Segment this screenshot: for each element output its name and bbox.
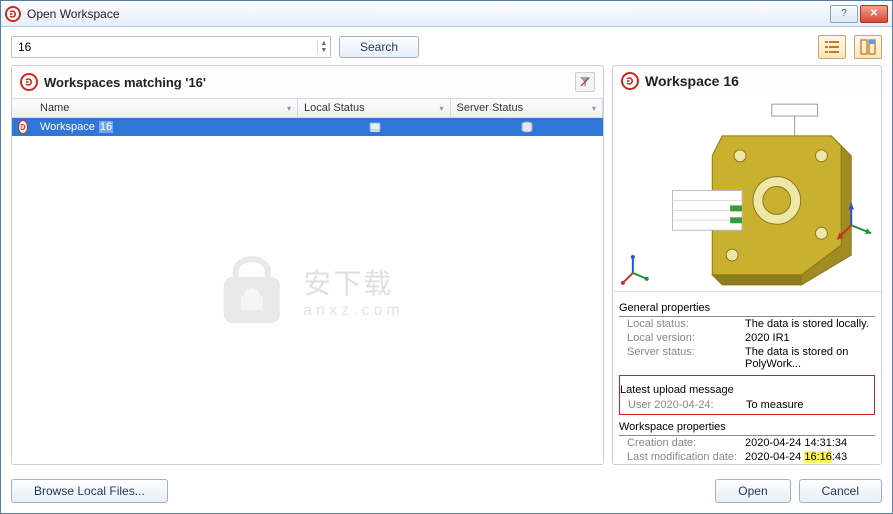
filter-icon[interactable]: ▾ [287, 104, 291, 113]
window-title: Open Workspace [27, 7, 830, 21]
table-body: Workspace 16 安下载 anxz.com [12, 118, 603, 464]
watermark: 安下载 anxz.com [211, 251, 403, 331]
col-server-status[interactable]: Server Status▾ [451, 99, 603, 117]
help-button[interactable]: ? [830, 5, 858, 23]
search-input[interactable] [12, 37, 317, 57]
prop-mod-date: Last modification date:2020-04-24 16:16:… [619, 450, 875, 464]
prop-creation-date: Creation date:2020-04-24 14:31:34 [619, 436, 875, 450]
table-row[interactable]: Workspace 16 [12, 118, 603, 136]
table-header: Name▾ Local Status▾ Server Status▾ [12, 99, 603, 118]
search-toolbar: ▲▼ Search [1, 27, 892, 65]
cell-local-status [298, 121, 450, 133]
filter-icon[interactable]: ▾ [440, 104, 444, 113]
open-button[interactable]: Open [715, 479, 790, 503]
local-disk-icon [369, 121, 381, 133]
app-icon [5, 6, 21, 22]
section-workspace: Workspace properties [619, 419, 875, 436]
detail-icon [621, 72, 639, 90]
close-button[interactable]: ✕ [860, 5, 888, 23]
detail-title: Workspace 16 [645, 73, 873, 89]
prop-local-version: Local version:2020 IR1 [619, 331, 875, 345]
col-name[interactable]: Name▾ [34, 99, 298, 117]
cancel-button[interactable]: Cancel [799, 479, 882, 503]
workspace-preview [613, 96, 881, 292]
detail-panel: Workspace 16 [612, 65, 882, 465]
cell-server-status [451, 121, 603, 133]
detail-properties: General properties Local status:The data… [613, 292, 881, 464]
footer: Browse Local Files... Open Cancel [1, 471, 892, 513]
prop-server-status: Server status:The data is stored on Poly… [619, 345, 875, 371]
section-general: General properties [619, 300, 875, 317]
server-db-icon [521, 121, 533, 133]
search-button[interactable]: Search [339, 36, 419, 58]
col-local-status[interactable]: Local Status▾ [298, 99, 450, 117]
prop-upload-msg: User 2020-04-24:To measure [620, 398, 874, 412]
cell-name: Workspace 16 [34, 121, 298, 133]
section-latest: Latest upload message [620, 382, 874, 398]
search-input-wrapper: ▲▼ [11, 36, 331, 58]
workspace-icon [18, 120, 28, 134]
results-title: Workspaces matching '16' [44, 75, 569, 90]
browse-local-button[interactable]: Browse Local Files... [11, 479, 168, 503]
prop-local-status: Local status:The data is stored locally. [619, 317, 875, 331]
title-bar: Open Workspace ? ✕ [1, 1, 892, 27]
results-table: Name▾ Local Status▾ Server Status▾ Works… [12, 98, 603, 464]
detail-view-button[interactable] [854, 35, 882, 59]
list-view-button[interactable] [818, 35, 846, 59]
results-icon [20, 73, 38, 91]
latest-upload-box: Latest upload message User 2020-04-24:To… [619, 375, 875, 415]
search-history-chevron[interactable]: ▲▼ [317, 40, 330, 54]
col-icon[interactable] [12, 99, 34, 117]
filter-icon[interactable]: ▾ [592, 104, 596, 113]
results-panel: Workspaces matching '16' Name▾ Local Sta… [11, 65, 604, 465]
clear-filter-button[interactable] [575, 72, 595, 92]
open-workspace-window: Open Workspace ? ✕ ▲▼ Search Workspaces … [0, 0, 893, 514]
